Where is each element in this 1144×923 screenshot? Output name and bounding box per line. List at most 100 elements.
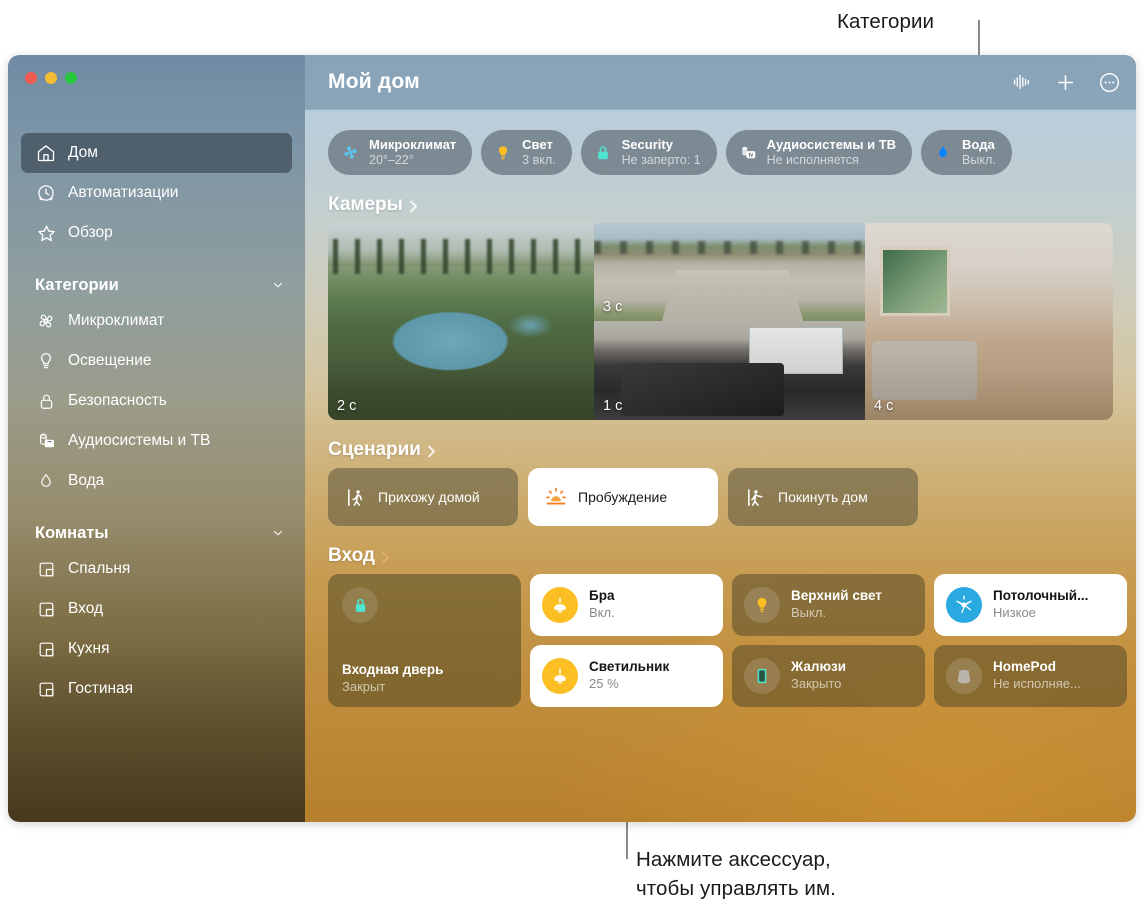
droplet-icon <box>933 143 953 163</box>
sidebar-item-water[interactable]: Вода <box>21 461 292 501</box>
camera-caption: 2 с <box>337 398 357 414</box>
scene-button-wake-up[interactable]: Пробуждение <box>528 468 718 526</box>
waveform-icon[interactable] <box>1004 65 1038 99</box>
camera-tile[interactable]: 4 с <box>865 223 1113 420</box>
sidebar-section-rooms[interactable]: Комнаты <box>35 519 285 547</box>
status-pill-value: 20°–22° <box>369 152 414 167</box>
chevron-down-icon[interactable] <box>271 526 285 540</box>
sidebar-section-categories[interactable]: Категории <box>35 271 285 299</box>
section-header-cameras[interactable]: Камеры <box>328 194 1136 216</box>
scene-button-arrive-home[interactable]: Прихожу домой <box>328 468 518 526</box>
accessory-overhead-light[interactable]: Верхний свет Выкл. <box>732 574 925 636</box>
sidebar-item-entrance[interactable]: Вход <box>21 589 292 629</box>
ellipsis-circle-icon[interactable] <box>1092 65 1126 99</box>
accessory-homepod[interactable]: HomePod Не исполняе... <box>934 645 1127 707</box>
lock-icon <box>35 390 57 412</box>
accessory-value: Низкое <box>993 605 1036 621</box>
room-icon <box>35 598 57 620</box>
chevron-right-icon[interactable] <box>380 549 391 564</box>
sidebar-item-security[interactable]: Безопасность <box>21 381 292 421</box>
accessory-blinds[interactable]: Жалюзи Закрыто <box>732 645 925 707</box>
status-pill-name: Микроклимат <box>369 137 457 153</box>
room-icon <box>35 558 57 580</box>
sidebar: Дом Автоматизации Обзор Категории Микрок… <box>8 55 305 822</box>
main-content: Мой дом Микроклимат 20°–22° Свет 3 вкл. … <box>305 55 1136 822</box>
camera-column-middle: 3 с 1 с <box>594 223 865 420</box>
sidebar-item-climate[interactable]: Микроклимат <box>21 301 292 341</box>
sidebar-item-label: Кухня <box>68 640 110 657</box>
section-header-room[interactable]: Вход <box>328 545 1136 567</box>
speaker-tv-icon: tv <box>738 143 758 163</box>
bulb-icon <box>35 350 57 372</box>
section-title: Камеры <box>328 194 403 215</box>
sidebar-list: Дом Автоматизации Обзор Категории Микрок… <box>8 133 305 709</box>
droplet-icon <box>35 470 57 492</box>
home-app-window: Дом Автоматизации Обзор Категории Микрок… <box>8 55 1136 822</box>
accessory-value: Закрыт <box>342 678 386 694</box>
status-pill-security[interactable]: Security Не заперто: 1 <box>580 130 717 175</box>
zoom-button[interactable] <box>65 72 77 84</box>
sidebar-item-label: Дом <box>68 144 98 161</box>
toolbar: Мой дом <box>305 55 1136 110</box>
scene-button-leave-home[interactable]: Покинуть дом <box>728 468 918 526</box>
sidebar-item-home[interactable]: Дом <box>21 133 292 173</box>
house-icon <box>35 142 57 164</box>
camera-tile[interactable]: 3 с <box>594 223 865 321</box>
sidebar-item-label: Автоматизации <box>68 184 179 201</box>
status-pill-climate[interactable]: Микроклимат 20°–22° <box>328 130 473 175</box>
camera-tile[interactable]: 2 с <box>328 223 594 420</box>
sidebar-item-kitchen[interactable]: Кухня <box>21 629 292 669</box>
status-pill-name: Свет <box>522 137 553 153</box>
lamp-icon <box>542 658 578 694</box>
status-pill-speakers-tv[interactable]: tv Аудиосистемы и ТВ Не исполняется <box>725 130 913 175</box>
accessory-name: Потолочный... <box>993 588 1089 604</box>
walk-out-icon <box>744 485 768 509</box>
status-pill-name: Вода <box>962 137 995 153</box>
sidebar-item-label: Вода <box>68 472 105 489</box>
camera-grid: 2 с 3 с 1 с 4 с <box>328 223 1113 420</box>
section-title: Сценарии <box>328 439 421 460</box>
accessory-ceiling-fan[interactable]: Потолочный... Низкое <box>934 574 1127 636</box>
sidebar-item-speakers-tv[interactable]: tv Аудиосистемы и ТВ <box>21 421 292 461</box>
sidebar-item-discover[interactable]: Обзор <box>21 213 292 253</box>
page-title: Мой дом <box>328 70 420 93</box>
status-pill-lights[interactable]: Свет 3 вкл. <box>481 130 572 175</box>
status-pill-name: Security <box>621 137 673 153</box>
sidebar-section-label: Категории <box>35 275 119 294</box>
chevron-down-icon[interactable] <box>271 278 285 292</box>
accessory-value: 25 % <box>589 676 619 692</box>
minimize-button[interactable] <box>45 72 57 84</box>
sidebar-item-living-room[interactable]: Гостиная <box>21 669 292 709</box>
camera-tile[interactable]: 1 с <box>594 321 865 420</box>
blinds-icon <box>744 658 780 694</box>
section-header-scenes[interactable]: Сценарии <box>328 439 1136 461</box>
status-pill-value: Не исполняется <box>766 152 859 167</box>
svg-text:tv: tv <box>748 153 753 159</box>
scene-label: Пробуждение <box>578 489 668 505</box>
scene-list: Прихожу домой Пробуждение Покинуть дом <box>328 468 1136 526</box>
bulb-icon <box>744 587 780 623</box>
sidebar-item-bedroom[interactable]: Спальня <box>21 549 292 589</box>
callout-categories: Категории <box>837 10 935 33</box>
status-pill-water[interactable]: Вода Выкл. <box>921 130 1012 175</box>
lock-icon <box>342 587 378 623</box>
sunrise-icon <box>544 485 568 509</box>
sidebar-item-automations[interactable]: Автоматизации <box>21 173 292 213</box>
fan-icon <box>340 143 360 163</box>
plus-icon[interactable] <box>1048 65 1082 99</box>
sidebar-item-label: Безопасность <box>68 392 167 409</box>
svg-text:tv: tv <box>47 442 52 447</box>
lamp-icon <box>542 587 578 623</box>
walk-in-icon <box>344 485 368 509</box>
sidebar-item-lighting[interactable]: Освещение <box>21 341 292 381</box>
accessory-name: Жалюзи <box>791 659 846 675</box>
accessory-lamp[interactable]: Светильник 25 % <box>530 645 723 707</box>
accessory-front-door[interactable]: Входная дверь Закрыт <box>328 574 521 707</box>
camera-feed-image <box>594 321 865 420</box>
sidebar-item-label: Микроклимат <box>68 312 165 329</box>
chevron-right-icon[interactable] <box>426 443 437 458</box>
star-icon <box>35 222 57 244</box>
close-button[interactable] <box>25 72 37 84</box>
chevron-right-icon[interactable] <box>408 198 419 213</box>
accessory-sconce[interactable]: Бра Вкл. <box>530 574 723 636</box>
